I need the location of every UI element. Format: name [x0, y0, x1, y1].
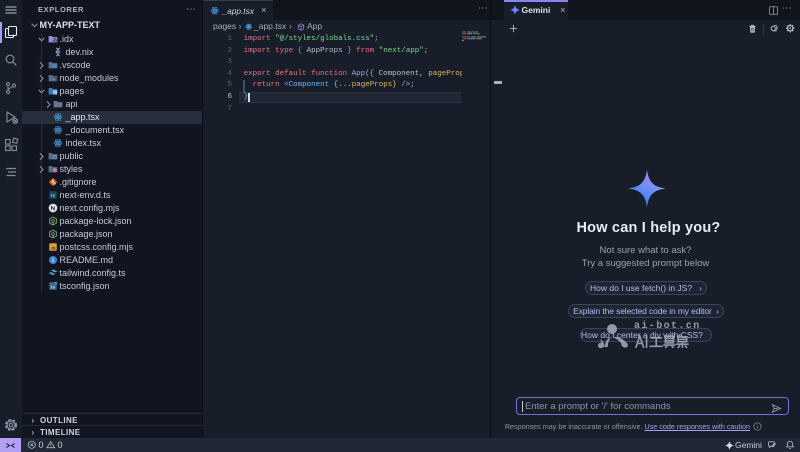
svg-text:JS: JS — [50, 246, 55, 251]
svg-text:ts: ts — [51, 285, 55, 290]
svg-text:ts: ts — [50, 193, 55, 198]
